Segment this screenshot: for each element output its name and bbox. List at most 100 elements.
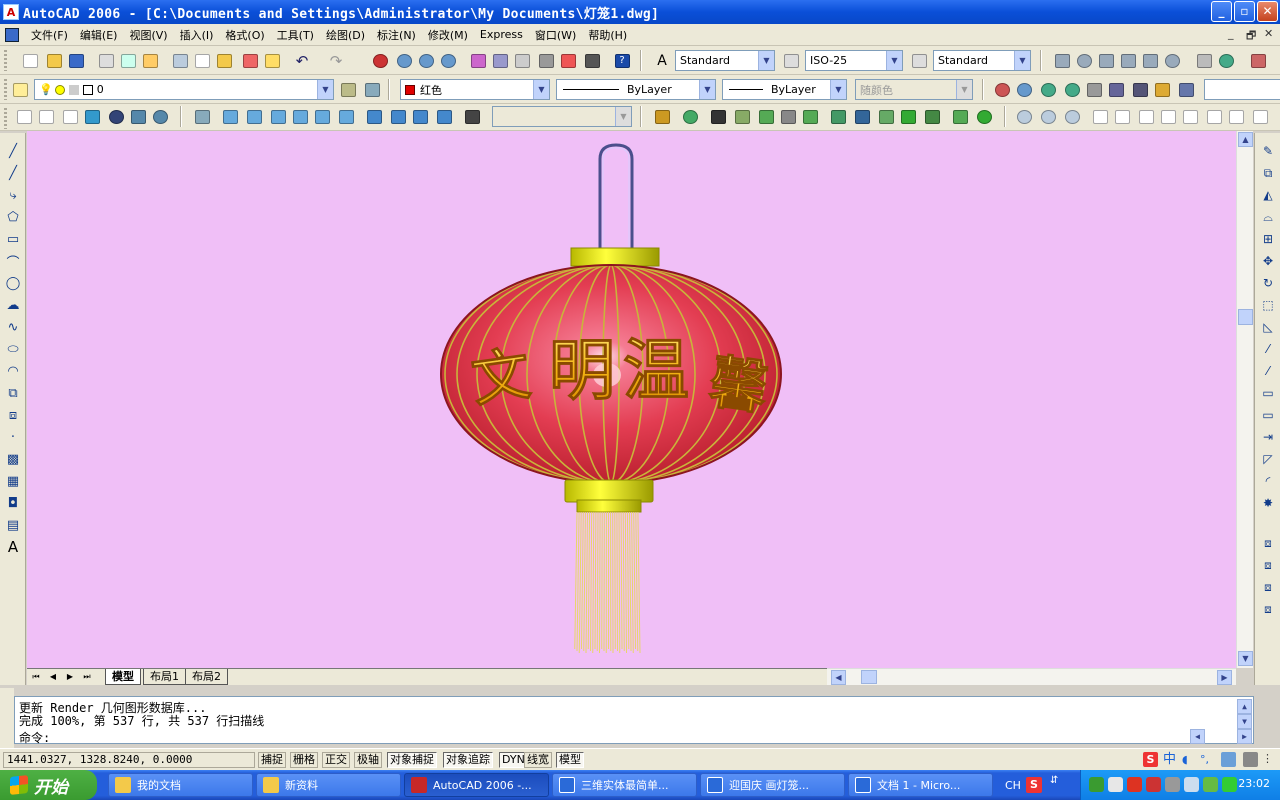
break-at-point-icon[interactable]: ▭	[1258, 383, 1278, 403]
markup-icon[interactable]	[558, 51, 578, 71]
linetype-select[interactable]: ByLayer ▼	[556, 79, 716, 100]
taper-faces-icon[interactable]	[1204, 107, 1224, 127]
vertical-scrollbar[interactable]: ▲ ▼	[1236, 131, 1253, 668]
pan-icon[interactable]	[370, 51, 390, 71]
left-view-icon[interactable]	[268, 107, 288, 127]
volume-icon[interactable]	[1165, 777, 1180, 792]
3d-wireframe-icon[interactable]	[36, 107, 56, 127]
menu-dimension[interactable]: 标注(N)	[371, 27, 422, 43]
next-tab-icon[interactable]: ▶	[63, 670, 77, 684]
move-icon[interactable]: ✥	[1258, 251, 1278, 271]
security-icon[interactable]	[1108, 777, 1123, 792]
draw-order-above-icon[interactable]: ⧈	[1258, 577, 1278, 597]
snap-toggle[interactable]: 捕捉	[258, 752, 286, 768]
subtract-icon[interactable]	[1038, 107, 1058, 127]
dim-style-icon[interactable]	[781, 51, 801, 71]
ortho-toggle[interactable]: 正交	[322, 752, 350, 768]
gouraud-shaded-icon[interactable]	[106, 107, 126, 127]
scroll-left-button[interactable]: ◀	[831, 670, 846, 685]
scroll-right-button[interactable]: ▶	[1217, 670, 1232, 685]
table-icon[interactable]: ▤	[3, 515, 23, 535]
last-tab-icon[interactable]: ⏭	[80, 670, 94, 684]
arc-icon[interactable]: ⌒	[3, 251, 23, 271]
right-view-icon[interactable]	[290, 107, 310, 127]
firewall-icon[interactable]	[1146, 777, 1161, 792]
design-center-icon[interactable]	[490, 51, 510, 71]
menu-file[interactable]: 文件(F)	[25, 27, 74, 43]
top-view-icon[interactable]	[220, 107, 240, 127]
draw-order-below-icon[interactable]: ⧈	[1258, 599, 1278, 619]
lineweight-select[interactable]: ByLayer ▼	[722, 79, 847, 100]
scroll-down-button[interactable]: ▼	[1238, 651, 1253, 666]
taskbar-item[interactable]: AutoCAD 2006 -...	[404, 773, 549, 797]
polar-toggle[interactable]: 极轴	[354, 752, 382, 768]
doc-restore-icon[interactable]: 🗗	[1246, 27, 1256, 46]
plot-preview-icon[interactable]	[118, 51, 138, 71]
undo-icon[interactable]: ↶	[292, 51, 312, 71]
taskbar-item[interactable]: 文档 1 - Micro...	[848, 773, 993, 797]
3dpan-icon[interactable]	[1038, 80, 1058, 100]
2d-wireframe-icon[interactable]	[14, 107, 34, 127]
publish-icon[interactable]	[140, 51, 160, 71]
3dcontinuous-orbit-icon[interactable]	[1106, 80, 1126, 100]
insert-block-icon[interactable]: ⧉	[3, 383, 23, 403]
osnap-toggle[interactable]: 对象捕捉	[387, 752, 437, 768]
table-style-icon[interactable]	[909, 51, 929, 71]
copy-faces-icon[interactable]	[1226, 107, 1246, 127]
menu-edit[interactable]: 编辑(E)	[74, 27, 124, 43]
taskbar-item[interactable]: 迎国庆 画灯笼...	[700, 773, 845, 797]
torus-icon[interactable]	[1162, 51, 1182, 71]
language-bar[interactable]: CH S ⇵	[1000, 773, 1078, 797]
horizontal-scrollbar[interactable]: ◀ ▶	[827, 668, 1236, 685]
ime-punct-icon[interactable]: ◖	[1182, 752, 1197, 767]
array-icon[interactable]: ⊞	[1258, 229, 1278, 249]
spline-icon[interactable]: ∿	[3, 317, 23, 337]
ime-width-icon[interactable]: °,	[1200, 752, 1215, 767]
copy-icon[interactable]	[192, 51, 212, 71]
network-icon[interactable]	[1089, 777, 1104, 792]
render-environment-icon[interactable]	[974, 107, 994, 127]
make-current-layer-icon[interactable]	[338, 80, 358, 100]
table-style-select[interactable]: Standard ▼	[933, 50, 1031, 71]
grid-toggle[interactable]: 栅格	[290, 752, 318, 768]
copy-object-icon[interactable]: ⧉	[1258, 163, 1278, 183]
otrack-toggle[interactable]: 对象追踪	[443, 752, 493, 768]
mapping-icon[interactable]	[778, 107, 798, 127]
menu-format[interactable]: 格式(O)	[219, 27, 270, 43]
flat-shaded-icon[interactable]	[82, 107, 102, 127]
stretch-icon[interactable]: ◺	[1258, 317, 1278, 337]
text-style-select[interactable]: Standard ▼	[675, 50, 775, 71]
antivirus-icon[interactable]	[1127, 777, 1142, 792]
delete-faces-icon[interactable]	[1158, 107, 1178, 127]
multiline-text-icon[interactable]: A	[3, 537, 23, 557]
close-button[interactable]: ✕	[1257, 1, 1278, 22]
rotate-faces-icon[interactable]	[1180, 107, 1200, 127]
taskbar-item[interactable]: 我的文档	[108, 773, 253, 797]
plot-icon[interactable]	[96, 51, 116, 71]
drawing-area[interactable]: 文 明 温 馨	[27, 131, 1236, 668]
scene-icon[interactable]	[680, 107, 700, 127]
command-window[interactable]: 更新 Render 几何图形数据库... 完成 100%, 第 537 行, 共…	[14, 696, 1254, 745]
wedge-icon[interactable]	[1140, 51, 1160, 71]
block-editor-icon[interactable]	[262, 51, 282, 71]
ne-iso-icon[interactable]	[410, 107, 430, 127]
3ddistance-icon[interactable]	[1084, 80, 1104, 100]
3dorbit-icon[interactable]	[992, 80, 1012, 100]
cut-icon[interactable]	[170, 51, 190, 71]
3dzoom-icon[interactable]	[1014, 80, 1034, 100]
front-view-icon[interactable]	[312, 107, 332, 127]
join-icon[interactable]: ⇥	[1258, 427, 1278, 447]
layer-select[interactable]: 💡 0 ▼	[34, 79, 334, 100]
autocad-app-icon[interactable]: A	[3, 4, 19, 20]
calculator-icon[interactable]	[582, 51, 602, 71]
circle-icon[interactable]: ◯	[3, 273, 23, 293]
tab-layout1[interactable]: 布局1	[143, 669, 186, 685]
background-icon[interactable]	[800, 107, 820, 127]
ellipse-icon[interactable]: ⬭	[3, 339, 23, 359]
cmd-scroll-left-button[interactable]: ◀	[1190, 729, 1205, 744]
model-toggle[interactable]: 模型	[556, 752, 584, 768]
extrude-faces-icon[interactable]	[1090, 107, 1110, 127]
menu-draw[interactable]: 绘图(D)	[320, 27, 371, 43]
lineweight-toggle[interactable]: 线宽	[524, 752, 552, 768]
chamfer-icon[interactable]: ◸	[1258, 449, 1278, 469]
